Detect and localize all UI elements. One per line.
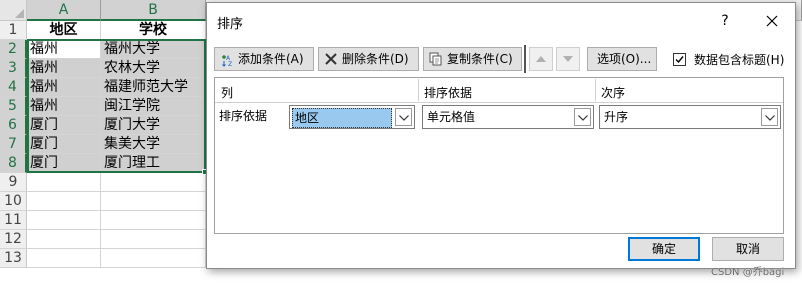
- checkmark-icon: [675, 56, 684, 64]
- cell-a9[interactable]: [27, 173, 101, 192]
- select-all-corner[interactable]: [0, 0, 27, 21]
- order-select-value: 升序: [604, 110, 629, 124]
- sort-on-select[interactable]: 单元格值: [422, 105, 594, 129]
- cell-a11[interactable]: [27, 211, 101, 230]
- column-select-value: 地区: [292, 108, 392, 128]
- sort-on-select-dropdown[interactable]: [574, 108, 591, 126]
- row-header-2[interactable]: 2: [0, 40, 27, 59]
- cell-b7[interactable]: 集美大学: [101, 135, 206, 154]
- order-select[interactable]: 升序: [599, 105, 781, 129]
- help-button[interactable]: ?: [713, 9, 737, 33]
- sort-on-select-value: 单元格值: [427, 110, 476, 124]
- ok-button[interactable]: 确定: [628, 237, 700, 261]
- delete-level-button[interactable]: 删除条件(D): [318, 47, 419, 71]
- row-header-12[interactable]: 12: [0, 230, 27, 249]
- cell-a4[interactable]: 福州: [27, 78, 101, 97]
- cell-a3[interactable]: 福州: [27, 59, 101, 78]
- sort-levels-grid: 列 排序依据 次序 排序依据 地区 单元格值 升序: [214, 77, 784, 234]
- row-header-3[interactable]: 3: [0, 59, 27, 78]
- copy-level-label: 复制条件(C): [447, 52, 513, 66]
- cell-a5[interactable]: 福州: [27, 97, 101, 116]
- close-button[interactable]: [759, 9, 785, 33]
- row-header-5[interactable]: 5: [0, 97, 27, 116]
- copy-level-button[interactable]: 复制条件(C): [423, 47, 522, 71]
- cell-b10[interactable]: [101, 192, 206, 211]
- column-select-dropdown[interactable]: [395, 108, 412, 126]
- grid-header-column: 列: [221, 86, 234, 100]
- sort-dialog: 排序 ? A Z 添加条件(A) 删除条件(D) 复制条件(C) 选项(O)..…: [206, 2, 796, 269]
- row-header-13[interactable]: 13: [0, 249, 27, 268]
- order-select-dropdown[interactable]: [761, 108, 778, 126]
- row-header-4[interactable]: 4: [0, 78, 27, 97]
- cell-b6[interactable]: 厦门大学: [101, 116, 206, 135]
- triangle-up-icon: [536, 56, 546, 62]
- grid-header-sort-on: 排序依据: [424, 86, 473, 100]
- move-down-button[interactable]: [556, 47, 580, 71]
- cell-b8[interactable]: 厦门理工: [101, 154, 206, 173]
- dialog-title: 排序: [217, 17, 244, 32]
- chevron-down-icon: [765, 115, 775, 121]
- cell-a12[interactable]: [27, 230, 101, 249]
- sort-level-label: 排序依据: [219, 109, 268, 123]
- add-level-icon: A Z: [222, 55, 232, 67]
- close-icon: [766, 15, 778, 27]
- cell-a6[interactable]: 厦门: [27, 116, 101, 135]
- triangle-down-icon: [563, 56, 573, 62]
- grid-header-divider: [595, 79, 596, 101]
- row-header-6[interactable]: 6: [0, 116, 27, 135]
- cell-b5[interactable]: 闽江学院: [101, 97, 206, 116]
- watermark: CSDN @乔bagi: [711, 267, 785, 278]
- move-up-button[interactable]: [529, 47, 553, 71]
- cell-a10[interactable]: [27, 192, 101, 211]
- chevron-down-icon: [399, 115, 409, 121]
- row-header-1[interactable]: 1: [0, 21, 27, 40]
- row-header-11[interactable]: 11: [0, 211, 27, 230]
- options-label: 选项(O)...: [597, 52, 652, 66]
- row-header-7[interactable]: 7: [0, 135, 27, 154]
- cell-a7[interactable]: 厦门: [27, 135, 101, 154]
- grid-header-divider: [418, 79, 419, 101]
- cell-b3[interactable]: 农林大学: [101, 59, 206, 78]
- options-button[interactable]: 选项(O)...: [587, 47, 657, 71]
- row-header-8[interactable]: 8: [0, 154, 27, 173]
- cell-a1[interactable]: 地区: [27, 21, 101, 40]
- cell-b9[interactable]: [101, 173, 206, 192]
- grid-header-line: [215, 102, 783, 103]
- add-level-label: 添加条件(A): [238, 52, 304, 66]
- cell-b13[interactable]: [101, 249, 206, 268]
- cell-a2[interactable]: 福州: [27, 40, 101, 59]
- add-level-button[interactable]: A Z 添加条件(A): [214, 47, 314, 71]
- has-headers-checkbox[interactable]: [673, 53, 686, 66]
- chevron-down-icon: [578, 115, 588, 121]
- svg-text:Z: Z: [228, 61, 232, 67]
- row-header-9[interactable]: 9: [0, 173, 27, 192]
- grid-header-order: 次序: [601, 86, 626, 100]
- cell-b11[interactable]: [101, 211, 206, 230]
- delete-icon: [325, 53, 337, 65]
- toolbar-separator: [524, 45, 526, 73]
- delete-level-label: 删除条件(D): [342, 52, 409, 66]
- cancel-button[interactable]: 取消: [712, 237, 784, 261]
- cell-a8[interactable]: 厦门: [27, 154, 101, 173]
- cell-b12[interactable]: [101, 230, 206, 249]
- column-header-b[interactable]: B: [101, 0, 206, 21]
- cell-b2[interactable]: 福州大学: [101, 40, 206, 59]
- cell-b4[interactable]: 福建师范大学: [101, 78, 206, 97]
- row-header-10[interactable]: 10: [0, 192, 27, 211]
- has-headers-label[interactable]: 数据包含标题(H): [694, 51, 784, 68]
- cell-a13[interactable]: [27, 249, 101, 268]
- copy-icon: [429, 52, 442, 66]
- column-select[interactable]: 地区: [289, 105, 415, 129]
- cell-b1[interactable]: 学校: [101, 21, 206, 40]
- column-header-a[interactable]: A: [27, 0, 101, 21]
